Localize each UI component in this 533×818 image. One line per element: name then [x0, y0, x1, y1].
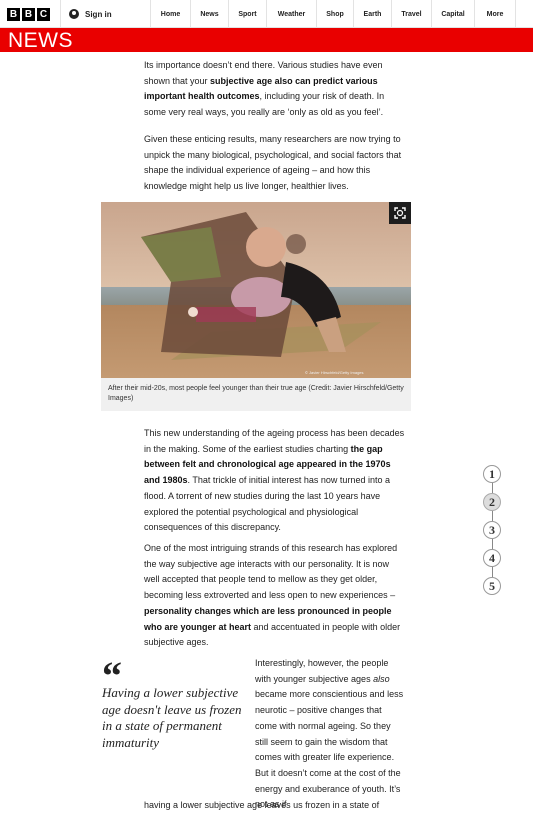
photo-illustration — [101, 202, 411, 378]
pager-connector — [492, 567, 493, 577]
expand-image-button[interactable] — [389, 202, 411, 224]
user-icon — [69, 9, 79, 19]
image-caption: After their mid-20s, most people feel yo… — [108, 385, 404, 402]
page-1-button[interactable]: 1 — [483, 465, 501, 483]
article-photo: © Javier Hirschfeld/Getty Images — [101, 202, 411, 378]
sign-in-link[interactable]: Sign in — [60, 0, 150, 28]
sign-in-label: Sign in — [85, 9, 112, 19]
nav-news[interactable]: News — [190, 0, 228, 28]
page-2-button[interactable]: 2 — [483, 493, 501, 511]
logo-letter: C — [37, 8, 50, 21]
photo-credit-overlay: © Javier Hirschfeld/Getty Images — [305, 370, 364, 375]
article-paragraph: One of the most intriguing strands of th… — [144, 541, 406, 651]
article-paragraph: This new understanding of the ageing pro… — [144, 426, 406, 536]
pull-quote: Having a lower subjective age doesn't le… — [102, 685, 242, 750]
article-figure: © Javier Hirschfeld/Getty Images After t… — [101, 202, 411, 411]
main-nav: Home News Sport Weather Shop Earth Trave… — [150, 0, 516, 28]
nav-capital[interactable]: Capital — [431, 0, 474, 28]
paragraph-text: One of the most intriguing strands of th… — [144, 543, 398, 601]
paragraph-emphasis: also — [373, 673, 390, 684]
pager-connector — [492, 539, 493, 549]
paragraph-text: Interestingly, however, the people with … — [255, 658, 389, 684]
nav-sport[interactable]: Sport — [228, 0, 266, 28]
pager-connector — [492, 511, 493, 521]
nav-travel[interactable]: Travel — [391, 0, 431, 28]
nav-weather[interactable]: Weather — [266, 0, 316, 28]
expand-icon — [394, 207, 406, 219]
page-3-button[interactable]: 3 — [483, 521, 501, 539]
page-4-button[interactable]: 4 — [483, 549, 501, 567]
article-paragraph: having a lower subjective age leaves us … — [144, 800, 380, 810]
nav-shop[interactable]: Shop — [316, 0, 353, 28]
article-paragraph: Given these enticing results, many resea… — [144, 134, 402, 192]
logo-letter: B — [7, 8, 20, 21]
nav-more[interactable]: More — [474, 0, 516, 28]
bbc-logo[interactable]: B B C — [7, 8, 50, 21]
nav-earth[interactable]: Earth — [353, 0, 391, 28]
article-paragraph: Interestingly, however, the people with … — [255, 656, 405, 813]
section-title[interactable]: NEWS — [8, 29, 73, 53]
top-nav-bar: B B C Sign in Home News Sport Weather Sh… — [0, 0, 533, 28]
article-paragraph: Its importance doesn’t end there. Variou… — [144, 58, 404, 121]
page-5-button[interactable]: 5 — [483, 577, 501, 595]
news-banner: NEWS — [0, 28, 533, 52]
nav-home[interactable]: Home — [150, 0, 190, 28]
pager-connector — [492, 483, 493, 493]
logo-letter: B — [22, 8, 35, 21]
paragraph-text: became more conscientious and less neuro… — [255, 689, 404, 810]
